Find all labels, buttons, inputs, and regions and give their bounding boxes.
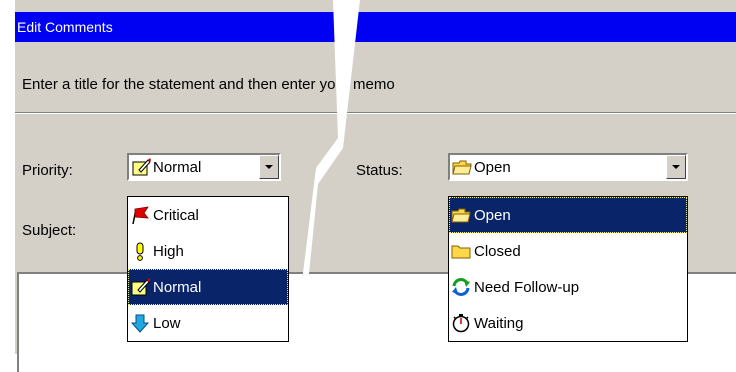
torn-break-divider [293, 0, 360, 354]
